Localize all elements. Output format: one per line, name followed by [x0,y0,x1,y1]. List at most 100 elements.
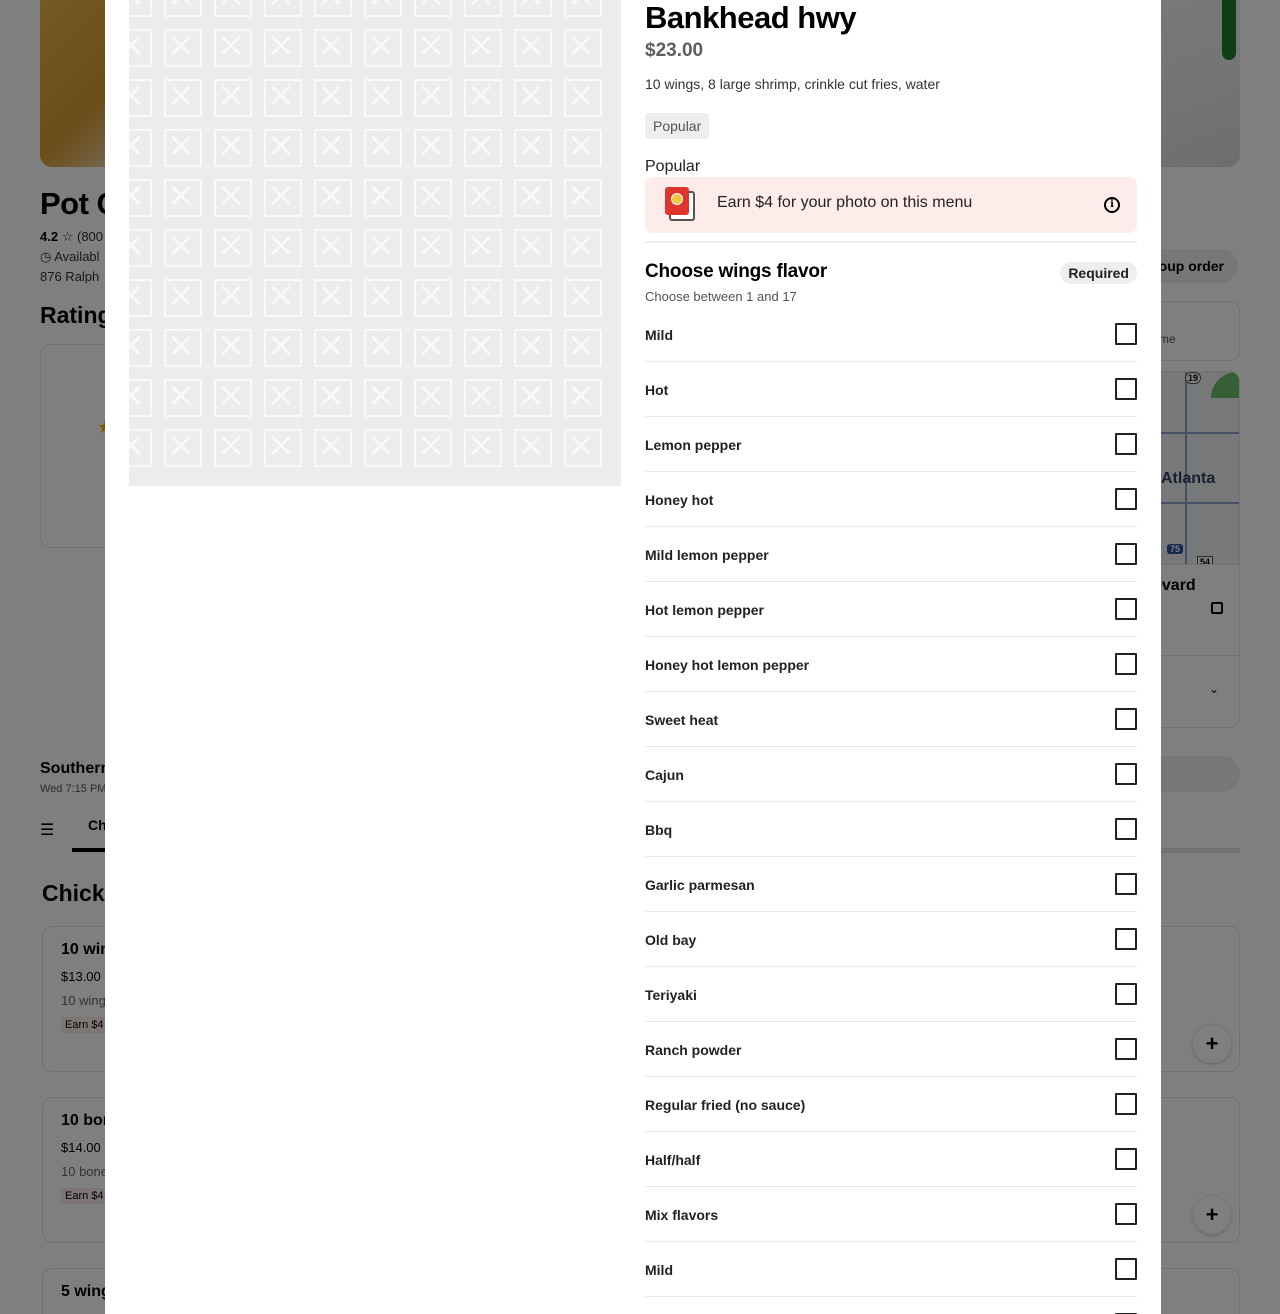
image-placeholder-icon [207,372,257,422]
image-placeholder-icon [307,422,357,472]
checkbox-icon[interactable] [1115,543,1137,565]
checkbox-icon[interactable] [1115,488,1137,510]
option-row[interactable]: Honey hot lemon pepper [645,637,1137,692]
checkbox-icon[interactable] [1115,763,1137,785]
image-placeholder-icon [357,22,407,72]
image-placeholder [129,0,621,486]
image-placeholder-icon [129,422,157,472]
image-placeholder-icon [407,22,457,72]
image-placeholder-icon [407,172,457,222]
checkbox-icon[interactable] [1115,1038,1137,1060]
earn-photo-banner[interactable]: Earn $4 for your photo on this menu i [645,177,1137,233]
option-row[interactable]: Honey hot [645,472,1137,527]
image-placeholder-icon [307,72,357,122]
option-row[interactable]: Cajun [645,747,1137,802]
image-placeholder-icon [257,422,307,472]
option-row[interactable]: Half/half [645,1132,1137,1187]
image-placeholder-icon [557,122,607,172]
image-placeholder-icon [457,0,507,22]
image-placeholder-icon [357,122,407,172]
image-placeholder-icon [357,422,407,472]
checkbox-icon[interactable] [1115,1203,1137,1225]
image-placeholder-icon [157,422,207,472]
image-placeholder-icon [457,322,507,372]
image-placeholder-icon [357,0,407,22]
image-placeholder-icon [207,122,257,172]
image-placeholder-icon [357,72,407,122]
image-placeholder-icon [507,72,557,122]
image-placeholder-icon [407,272,457,322]
image-placeholder-icon [257,272,307,322]
checkbox-icon[interactable] [1115,1093,1137,1115]
checkbox-icon[interactable] [1115,1148,1137,1170]
checkbox-icon[interactable] [1115,378,1137,400]
image-placeholder-icon [407,372,457,422]
checkbox-icon[interactable] [1115,653,1137,675]
option-row[interactable]: Old bay [645,912,1137,967]
image-placeholder-icon [557,0,607,22]
required-badge: Required [1060,262,1137,284]
option-label: Mild lemon pepper [645,547,769,563]
option-label: Lemon pepper [645,437,742,453]
option-label: Honey hot lemon pepper [645,657,810,673]
image-placeholder-icon [407,72,457,122]
image-placeholder-icon [457,272,507,322]
option-row[interactable]: Regular fried (no sauce) [645,1077,1137,1132]
popular-label: Popular [645,158,701,175]
image-placeholder-icon [457,22,507,72]
image-placeholder-icon [457,172,507,222]
image-placeholder-icon [407,222,457,272]
image-placeholder-icon [407,122,457,172]
divider [645,241,1137,243]
option-group-title: Choose wings flavor [645,261,828,282]
image-placeholder-icon [257,72,307,122]
option-row[interactable]: Mix flavors [645,1187,1137,1242]
checkbox-icon[interactable] [1115,873,1137,895]
checkbox-icon[interactable] [1115,928,1137,950]
image-placeholder-icon [307,372,357,422]
option-row[interactable]: Mild lemon pepper [645,527,1137,582]
option-label: Honey hot [645,492,714,508]
image-placeholder-icon [257,122,307,172]
option-row[interactable]: Teriyaki [645,967,1137,1022]
image-placeholder-icon [157,72,207,122]
option-row[interactable]: Hot [645,362,1137,417]
image-placeholder-icon [129,122,157,172]
checkbox-icon[interactable] [1115,983,1137,1005]
image-placeholder-icon [457,372,507,422]
checkbox-icon[interactable] [1115,323,1137,345]
image-placeholder-icon [557,22,607,72]
image-placeholder-icon [557,72,607,122]
option-row[interactable]: Lemon pepper [645,417,1137,472]
option-label: Regular fried (no sauce) [645,1097,806,1113]
option-row[interactable] [645,1297,1137,1314]
info-icon[interactable]: i [1104,197,1120,213]
item-description: 10 wings, 8 large shrimp, crinkle cut fr… [645,76,940,92]
option-group-subtitle: Choose between 1 and 17 [645,289,797,304]
image-placeholder-icon [507,372,557,422]
image-placeholder-icon [157,0,207,22]
checkbox-icon[interactable] [1115,708,1137,730]
checkbox-icon[interactable] [1115,1258,1137,1280]
checkbox-icon[interactable] [1115,598,1137,620]
checkbox-icon[interactable] [1115,433,1137,455]
option-row[interactable]: Mild [645,307,1137,362]
image-placeholder-icon [557,422,607,472]
option-row[interactable]: Garlic parmesan [645,857,1137,912]
image-placeholder-icon [407,0,457,22]
option-row[interactable]: Ranch powder [645,1022,1137,1077]
image-placeholder-icon [307,222,357,272]
checkbox-icon[interactable] [1115,818,1137,840]
image-placeholder-icon [507,172,557,222]
image-placeholder-icon [257,172,307,222]
option-label: Ranch powder [645,1042,742,1058]
image-placeholder-icon [457,122,507,172]
option-row[interactable]: Sweet heat [645,692,1137,747]
option-row[interactable]: Hot lemon pepper [645,582,1137,637]
image-placeholder-icon [557,172,607,222]
option-row[interactable]: Bbq [645,802,1137,857]
option-row[interactable]: Mild [645,1242,1137,1297]
image-placeholder-icon [307,22,357,72]
image-placeholder-icon [557,372,607,422]
option-label: Old bay [645,932,697,948]
